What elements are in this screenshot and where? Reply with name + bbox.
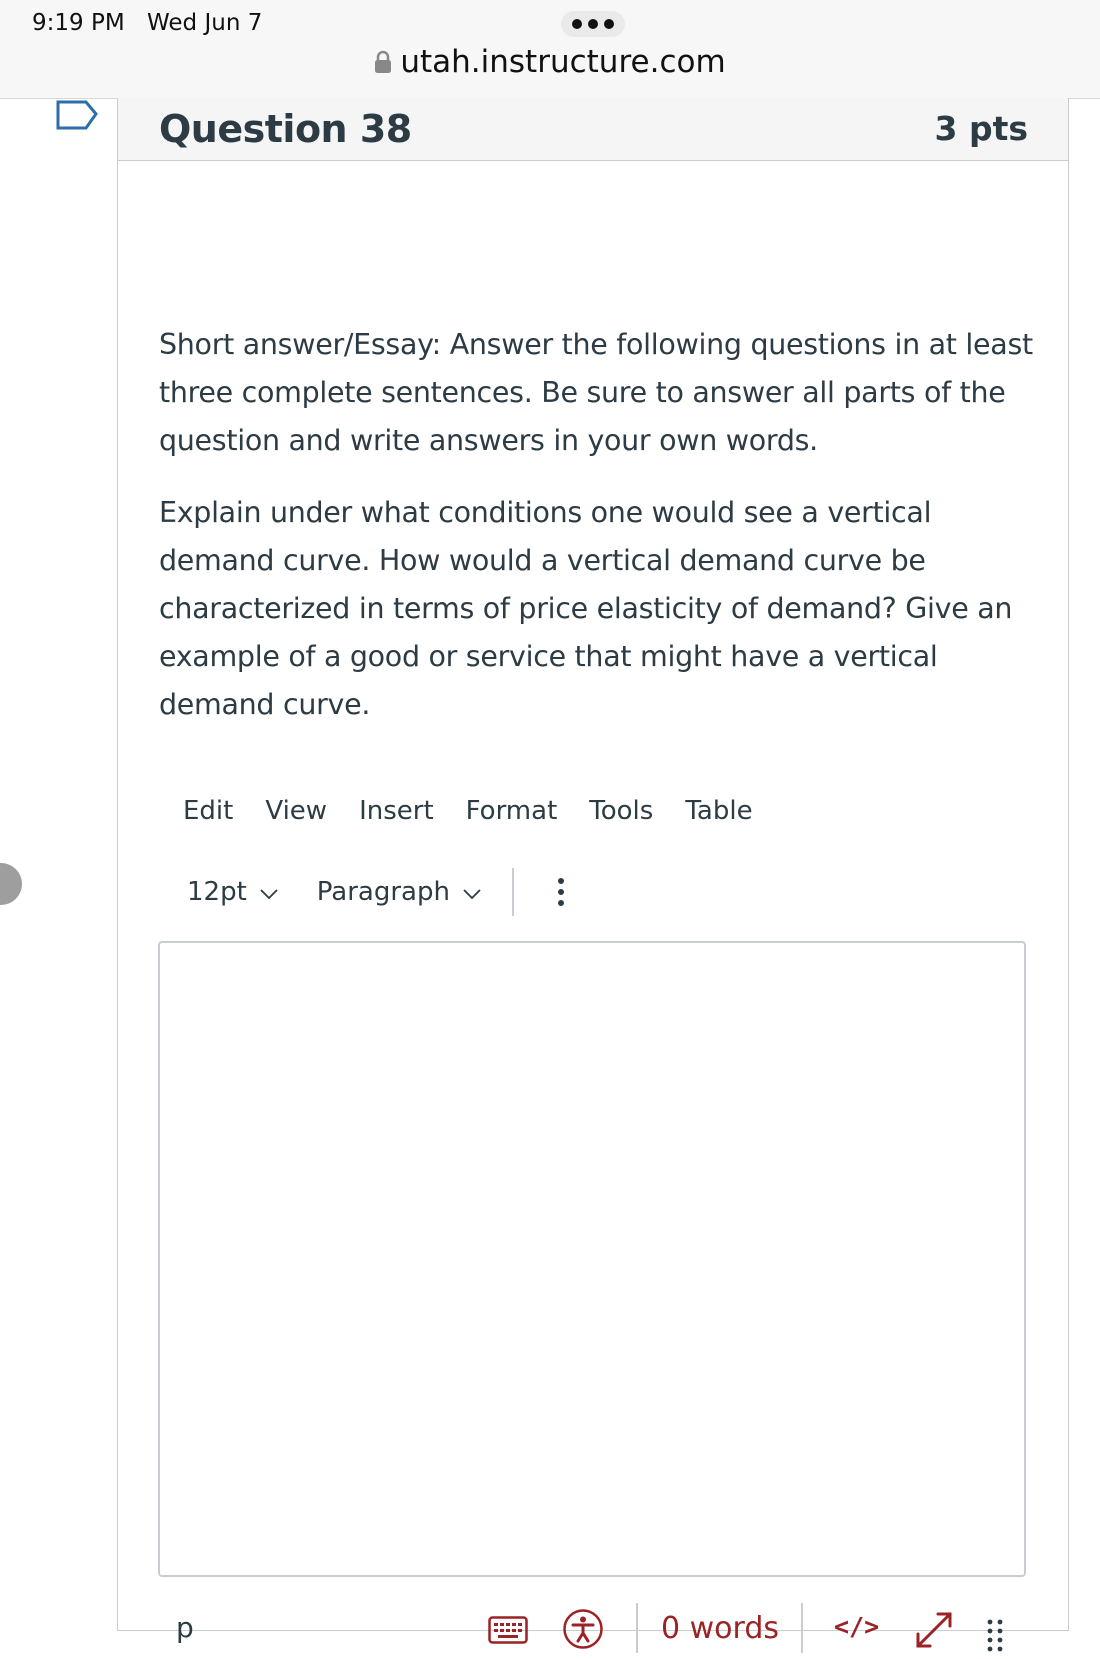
lock-icon — [374, 46, 392, 82]
status-divider — [801, 1603, 803, 1653]
address-bar[interactable]: utah.instructure.com — [0, 44, 1100, 82]
chevron-down-icon — [259, 877, 279, 907]
multitasking-dots-icon[interactable] — [561, 11, 625, 37]
status-divider — [636, 1603, 638, 1653]
question-title: Question 38 — [159, 107, 412, 151]
url-text: utah.instructure.com — [400, 44, 726, 80]
menu-tools[interactable]: Tools — [589, 796, 653, 826]
editor-menubar: Edit View Insert Format Tools Table — [183, 796, 785, 826]
word-count[interactable]: 0 words — [661, 1611, 779, 1646]
menu-view[interactable]: View — [265, 796, 327, 826]
menu-insert[interactable]: Insert — [359, 796, 434, 826]
keyboard-icon[interactable] — [488, 1616, 528, 1649]
editor-toolbar: 12pt Paragraph — [187, 868, 564, 916]
question-header: Question 38 3 pts — [118, 98, 1068, 161]
side-indicator — [0, 863, 22, 905]
chevron-down-icon — [462, 877, 482, 907]
fullscreen-icon[interactable] — [912, 1608, 956, 1657]
question-card: Question 38 3 pts Short answer/Essay: An… — [117, 98, 1069, 1653]
font-size-value: 12pt — [187, 877, 247, 907]
browser-top-bar: 9:19 PM Wed Jun 7 utah.instructure.com — [0, 0, 1100, 99]
menu-table[interactable]: Table — [685, 796, 752, 826]
html-editor-toggle[interactable]: </> — [834, 1612, 879, 1641]
block-format-select[interactable]: Paragraph — [317, 877, 482, 907]
status-time: 9:19 PM — [32, 10, 125, 36]
question-points: 3 pts — [934, 109, 1029, 148]
flag-question-icon[interactable] — [56, 100, 98, 137]
menu-edit[interactable]: Edit — [183, 796, 233, 826]
resize-handle-icon[interactable] — [986, 1618, 1006, 1659]
question-instructions: Short answer/Essay: Answer the following… — [159, 328, 1033, 457]
toolbar-divider — [511, 868, 514, 916]
essay-answer-textarea[interactable] — [158, 941, 1026, 1577]
question-prompt: Explain under what conditions one would … — [159, 496, 1013, 721]
accessibility-checker-icon[interactable] — [562, 1608, 604, 1655]
font-size-select[interactable]: 12pt — [187, 877, 279, 907]
menu-format[interactable]: Format — [466, 796, 558, 826]
block-format-value: Paragraph — [316, 877, 450, 907]
more-options-icon[interactable] — [557, 878, 564, 906]
status-date: Wed Jun 7 — [147, 10, 263, 36]
